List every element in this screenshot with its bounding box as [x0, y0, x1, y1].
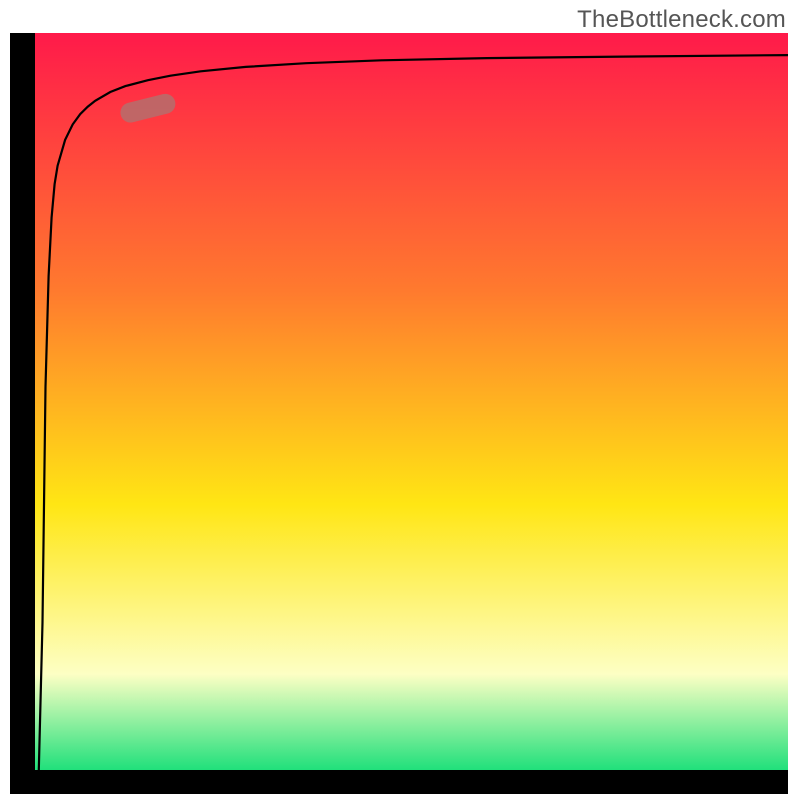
y-axis [10, 33, 35, 770]
chart-container: TheBottleneck.com [0, 0, 800, 800]
chart-svg [0, 0, 800, 800]
plot-background [35, 33, 788, 770]
x-axis [10, 770, 788, 794]
